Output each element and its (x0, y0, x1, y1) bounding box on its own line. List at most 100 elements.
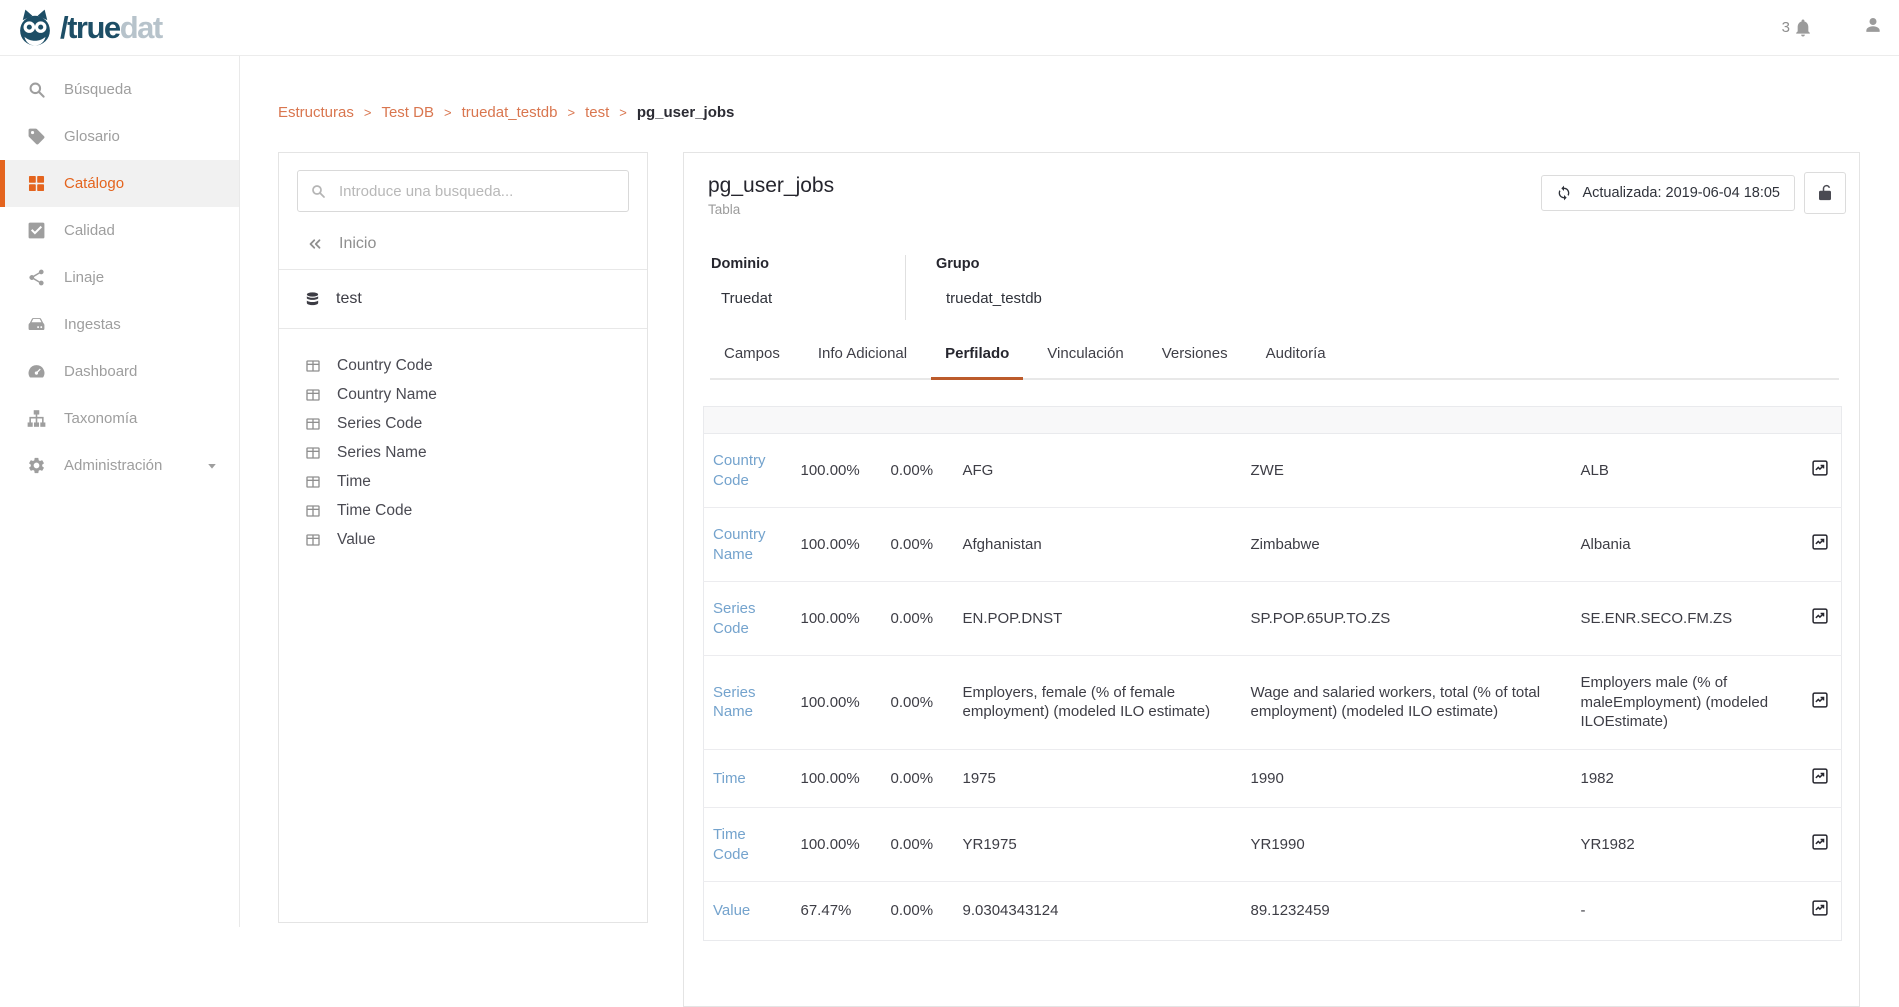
sidebar-item[interactable]: Catálogo (0, 160, 239, 207)
breadcrumb-separator: > (364, 105, 372, 120)
tab-label: Campos (724, 345, 780, 362)
tree-columns-list: Country Code Country Name Series Code (279, 329, 647, 554)
view-distribution-button[interactable] (1811, 459, 1829, 483)
column-header (1242, 407, 1572, 434)
tree-column-item[interactable]: Country Code (279, 351, 647, 380)
tab-label: Vinculación (1047, 345, 1123, 362)
chart-line-icon (1811, 691, 1829, 709)
field-link[interactable]: Country Code (713, 452, 766, 489)
tab-label: Versiones (1162, 345, 1228, 362)
column-header (954, 407, 1242, 434)
meta-value: truedat_testdb (936, 289, 1042, 308)
sidebar-item-label: Glosario (64, 128, 120, 145)
tree-search-input[interactable] (337, 182, 616, 201)
notifications-button[interactable]: 3 (1782, 18, 1813, 38)
row-actions-cell (1797, 434, 1842, 508)
sidebar-item[interactable]: Glosario (0, 113, 239, 160)
mode-value: 1982 (1572, 749, 1797, 808)
field-link[interactable]: Country Name (713, 526, 766, 563)
sidebar-item[interactable]: Linaje (0, 254, 239, 301)
profile-row: Country Code 100.00% 0.00% AFG ZWE ALB (704, 434, 1842, 508)
tachometer-icon (27, 362, 46, 381)
tree-column-item[interactable]: Time (279, 467, 647, 496)
meta-label: Grupo (936, 255, 1042, 273)
truedat-logo[interactable]: /truedat (14, 7, 162, 49)
tab[interactable]: Info Adicional (804, 344, 921, 378)
view-distribution-button[interactable] (1811, 833, 1829, 857)
breadcrumb-link[interactable]: test (585, 104, 609, 121)
sidebar-item[interactable]: Ingestas (0, 301, 239, 348)
owl-logo-icon (14, 7, 56, 49)
refresh-button[interactable]: Actualizada: 2019-06-04 18:05 (1541, 175, 1795, 211)
nulls-pct: 0.00% (882, 434, 954, 508)
view-distribution-button[interactable] (1811, 607, 1829, 631)
highest-value: 89.1232459 (1242, 882, 1572, 941)
sidebar-item[interactable]: Búsqueda (0, 66, 239, 113)
unique-pct: 67.47% (792, 882, 882, 941)
sidebar-item-label: Linaje (64, 269, 104, 286)
tree-back-button[interactable]: Inicio (279, 226, 647, 270)
sidebar-item[interactable]: Dashboard (0, 348, 239, 395)
field-link[interactable]: Time Code (713, 826, 749, 863)
unique-pct: 100.00% (792, 434, 882, 508)
tree-column-item[interactable]: Series Name (279, 438, 647, 467)
breadcrumb-item: test > (585, 104, 637, 121)
breadcrumb-item: truedat_testdb > (462, 104, 586, 121)
tree-column-item[interactable]: Country Name (279, 380, 647, 409)
updated-label: Actualizada: 2019-06-04 18:05 (1582, 185, 1780, 201)
table-columns-icon (305, 445, 321, 461)
nulls-pct: 0.00% (882, 882, 954, 941)
breadcrumb-link[interactable]: truedat_testdb (462, 104, 558, 121)
bell-icon (1793, 18, 1813, 38)
sidebar-item-label: Calidad (64, 222, 115, 239)
tree-column-item[interactable]: Time Code (279, 496, 647, 525)
hdd-icon (27, 315, 46, 334)
view-distribution-button[interactable] (1811, 767, 1829, 791)
notification-count-badge: 3 (1782, 19, 1790, 36)
topbar: /truedat 3 (0, 0, 1899, 56)
tab[interactable]: Vinculación (1033, 344, 1137, 378)
view-distribution-button[interactable] (1811, 533, 1829, 557)
highest-value: YR1990 (1242, 808, 1572, 882)
unlock-button[interactable] (1804, 172, 1846, 214)
tree-column-item[interactable]: Series Code (279, 409, 647, 438)
breadcrumb-link[interactable]: Test DB (381, 104, 434, 121)
mode-value: Albania (1572, 508, 1797, 582)
breadcrumb-link[interactable]: Estructuras (278, 104, 354, 121)
sidebar-item[interactable]: Administración (0, 442, 239, 489)
field-link[interactable]: Series Code (713, 600, 756, 637)
view-distribution-button[interactable] (1811, 691, 1829, 715)
tab[interactable]: Versiones (1148, 344, 1242, 378)
tree-parent-node[interactable]: test (279, 270, 647, 329)
row-actions-cell (1797, 808, 1842, 882)
meta-field: Dominio Truedat (684, 255, 906, 320)
profile-row: Time 100.00% 0.00% 1975 1990 1982 (704, 749, 1842, 808)
search-icon (310, 183, 326, 199)
field-link[interactable]: Value (713, 902, 750, 919)
sidebar-item[interactable]: Taxonomía (0, 395, 239, 442)
nulls-pct: 0.00% (882, 582, 954, 656)
nulls-pct: 0.00% (882, 749, 954, 808)
field-name-cell: Series Code (704, 582, 792, 656)
tab[interactable]: Campos (710, 344, 794, 378)
sidebar-item[interactable]: Calidad (0, 207, 239, 254)
field-link[interactable]: Series Name (713, 684, 756, 721)
tree-column-item[interactable]: Value (279, 525, 647, 554)
tab[interactable]: Perfilado (931, 344, 1023, 378)
column-header (792, 407, 882, 434)
view-distribution-button[interactable] (1811, 899, 1829, 923)
logo-text-primary: /true (60, 10, 120, 45)
table-columns-icon (305, 358, 321, 374)
column-header (704, 407, 792, 434)
chart-line-icon (1811, 459, 1829, 477)
user-menu-button[interactable] (1863, 15, 1883, 40)
field-link[interactable]: Time (713, 770, 746, 787)
mode-value: ALB (1572, 434, 1797, 508)
lowest-value: 1975 (954, 749, 1242, 808)
row-actions-cell (1797, 656, 1842, 750)
tree-parent-label: test (336, 290, 362, 308)
tab[interactable]: Auditoría (1252, 344, 1340, 378)
chevron-down-icon (205, 459, 219, 473)
breadcrumb-current: pg_user_jobs (637, 104, 735, 121)
lowest-value: EN.POP.DNST (954, 582, 1242, 656)
